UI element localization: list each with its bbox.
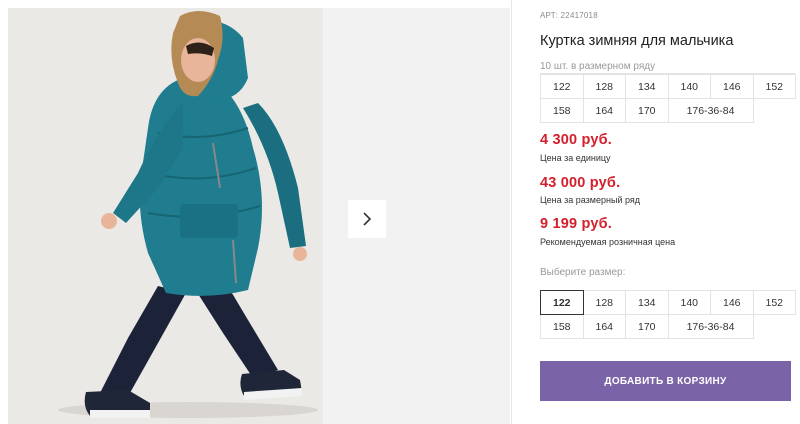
column-divider <box>511 0 512 424</box>
size-option[interactable]: 176-36-84 <box>667 314 754 339</box>
pack-price-label: Цена за размерный ряд <box>540 195 641 205</box>
product-photo[interactable] <box>8 8 323 424</box>
size-option[interactable]: 170 <box>625 314 669 339</box>
pack-price: 43 000 руб. <box>540 175 621 191</box>
product-sku: АРТ: 22417018 <box>540 11 598 20</box>
pack-note: 10 шт. в размерном ряду <box>540 61 656 72</box>
unit-price: 4 300 руб. <box>540 132 613 148</box>
pack-size-cell: 176-36-84 <box>667 98 754 123</box>
chevron-right-icon <box>363 212 372 226</box>
size-selector: 122 128 134 140 146 152 158 164 170 176-… <box>540 290 796 339</box>
pack-size-cell: 152 <box>752 74 796 99</box>
boy-in-jacket-image <box>8 8 323 424</box>
pack-size-cell: 122 <box>540 74 584 99</box>
size-select-label: Выберите размер: <box>540 267 626 278</box>
pack-size-cell: 158 <box>540 98 584 123</box>
size-option[interactable]: 152 <box>752 290 796 315</box>
product-title: Куртка зимняя для мальчика <box>540 33 734 49</box>
add-to-cart-button[interactable]: ДОБАВИТЬ В КОРЗИНУ <box>540 361 791 401</box>
retail-price-label: Рекомендуемая розничная цена <box>540 237 676 247</box>
pack-size-cell: 146 <box>710 74 754 99</box>
pack-size-cell: 128 <box>582 74 626 99</box>
retail-price: 9 199 руб. <box>540 216 613 232</box>
size-option[interactable]: 134 <box>625 290 669 315</box>
pack-size-cell: 134 <box>625 74 669 99</box>
next-image-button[interactable] <box>348 200 386 238</box>
pack-size-table: 122 128 134 140 146 152 158 164 170 176-… <box>540 74 796 123</box>
size-option[interactable]: 146 <box>710 290 754 315</box>
pack-size-cell: 140 <box>667 74 711 99</box>
product-gallery <box>8 8 510 424</box>
size-option-selected[interactable]: 122 <box>540 290 584 315</box>
pack-size-cell: 170 <box>625 98 669 123</box>
pack-size-cell: 164 <box>582 98 626 123</box>
size-option[interactable]: 164 <box>582 314 626 339</box>
size-option[interactable]: 158 <box>540 314 584 339</box>
unit-price-label: Цена за единицу <box>540 153 611 163</box>
size-option[interactable]: 140 <box>667 290 711 315</box>
size-option[interactable]: 128 <box>582 290 626 315</box>
